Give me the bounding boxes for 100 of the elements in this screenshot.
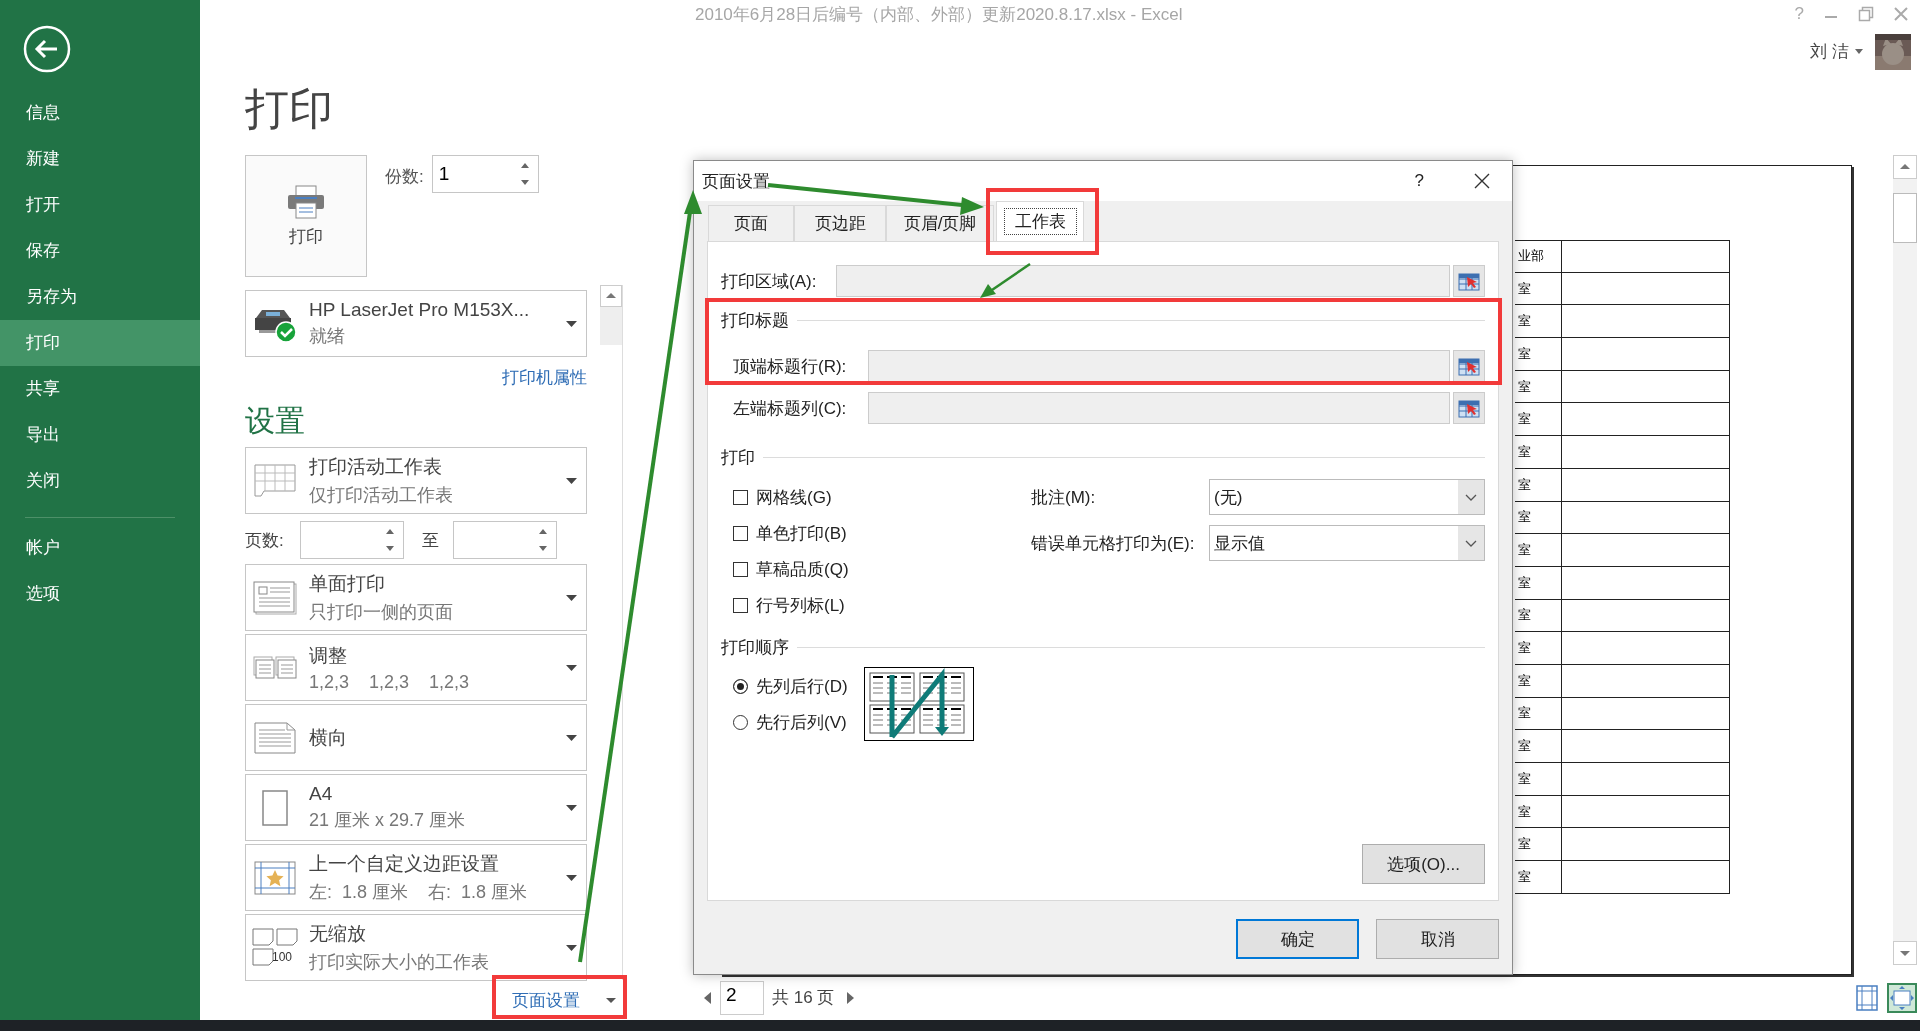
radio-button[interactable] <box>733 678 748 694</box>
dropdown-field[interactable]: 显示值 <box>1209 525 1485 561</box>
option-subtitle: 仅打印活动工作表 <box>309 484 454 507</box>
ok-button[interactable]: 确定 <box>1236 919 1359 959</box>
sidebar-item[interactable]: 打印 <box>0 320 200 366</box>
pages-to-label: 至 <box>422 529 439 552</box>
settings-dropdown[interactable]: 单面打印 只打印一侧的页面 <box>245 564 587 631</box>
checkbox-label[interactable]: 网格线(G) <box>756 485 832 509</box>
sidebar-item[interactable]: 信息 <box>0 90 200 136</box>
checkbox[interactable] <box>733 597 748 613</box>
table-cell-text: 室 <box>1517 835 1532 854</box>
checkbox-label[interactable]: 行号列标(L) <box>756 593 845 617</box>
printer-properties-link[interactable]: 打印机属性 <box>502 365 587 389</box>
sidebar-item[interactable]: 帐户 <box>0 525 200 571</box>
sidebar-item[interactable]: 保存 <box>0 228 200 274</box>
zoom-to-page-icon[interactable] <box>1887 982 1917 1013</box>
settings-dropdown[interactable]: 调整 1,2,3 1,2,3 1,2,3 <box>245 634 587 701</box>
page-number-field[interactable]: 2 <box>720 980 764 1015</box>
caret-icon[interactable] <box>1855 49 1863 54</box>
scroll-down-icon[interactable] <box>1893 941 1917 965</box>
radio-button[interactable] <box>733 714 748 730</box>
previous-page-icon[interactable] <box>702 990 712 1005</box>
sidebar-item[interactable]: 新建 <box>0 136 200 182</box>
settings-dropdown[interactable]: 打印活动工作表 仅打印活动工作表 <box>245 447 587 514</box>
tab[interactable]: 页眉/页脚 <box>886 205 994 241</box>
sidebar-item[interactable]: 关闭 <box>0 458 200 504</box>
range-select-button[interactable] <box>1453 265 1485 297</box>
option-subtitle: 1,2,3 1,2,3 1,2,3 <box>309 671 471 693</box>
margins-star-icon <box>254 860 296 895</box>
tab[interactable]: 页边距 <box>794 205 886 241</box>
caret-icon <box>566 594 577 601</box>
annotation-arrow <box>980 262 1031 298</box>
pages-icon <box>252 927 298 966</box>
sidebar-item[interactable]: 选项 <box>0 571 200 617</box>
table-cell-text: 室 <box>1517 541 1532 560</box>
table-cell-text: 室 <box>1517 802 1532 821</box>
sidebar-item[interactable]: 共享 <box>0 366 200 412</box>
page-setup-link[interactable]: 页面设置 <box>512 988 580 1012</box>
settings-dropdown[interactable]: A4 21 厘米 x 29.7 厘米 <box>245 774 587 841</box>
settings-heading: 设置 <box>245 403 306 439</box>
scroll-thumb[interactable] <box>1893 193 1917 243</box>
scroll-up-icon[interactable] <box>600 285 622 307</box>
checkbox[interactable] <box>733 561 748 577</box>
range-field[interactable] <box>868 350 1450 382</box>
scrollbar[interactable] <box>600 285 623 980</box>
range-field[interactable] <box>868 392 1450 424</box>
sidebar-item[interactable]: 导出 <box>0 412 200 458</box>
pages-label: 页数: <box>245 529 285 552</box>
window-title: 2010年6月28日后编号（内部、外部）更新2020.8.17.xlsx - Excel <box>695 3 1183 26</box>
scrollbar[interactable] <box>1893 155 1917 965</box>
range-select-button[interactable] <box>1453 392 1485 424</box>
checkbox[interactable] <box>733 489 748 505</box>
dropdown-field[interactable]: (无) <box>1209 479 1485 515</box>
collated-pages-icon <box>253 655 297 680</box>
document-icon <box>253 580 297 615</box>
range-select-button[interactable] <box>1453 350 1485 382</box>
printer-icon <box>287 184 325 219</box>
sidebar-item[interactable]: 打开 <box>0 182 200 228</box>
group-heading: 打印顺序 <box>721 636 789 659</box>
page-from-field[interactable] <box>300 521 404 559</box>
user-name[interactable]: 刘 洁 <box>1810 40 1849 63</box>
scroll-up-icon[interactable] <box>1893 155 1917 179</box>
field-label: 批注(M): <box>1031 486 1097 509</box>
radio-label[interactable]: 先行后列(V) <box>756 710 847 734</box>
option-subtitle: 只打印一侧的页面 <box>309 601 454 624</box>
checkbox[interactable] <box>733 525 748 541</box>
tab[interactable]: 工作表 <box>996 201 1084 241</box>
settings-dropdown[interactable]: 100 无缩放 打印实际大小的工作表 <box>245 914 587 981</box>
help-button[interactable]: ? <box>1414 171 1424 191</box>
margins-view-icon[interactable] <box>1855 984 1879 1011</box>
print-button[interactable]: 打印 <box>245 155 367 277</box>
cancel-button[interactable]: 取消 <box>1376 919 1499 959</box>
restore-icon[interactable] <box>1858 6 1874 22</box>
printer-name: HP LaserJet Pro M153X... <box>309 299 531 321</box>
scroll-thumb[interactable] <box>600 307 622 345</box>
checkbox-label[interactable]: 草稿品质(Q) <box>756 557 849 581</box>
caret-icon <box>566 734 577 741</box>
copies-field[interactable]: 1 <box>431 155 539 193</box>
table-cell-text: 室 <box>1517 867 1532 886</box>
table-cell-text: 室 <box>1517 704 1532 723</box>
option-title: 调整 <box>309 643 348 668</box>
close-icon[interactable] <box>1474 173 1490 189</box>
landscape-page-icon <box>254 721 296 754</box>
radio-label[interactable]: 先列后行(D) <box>756 674 848 698</box>
range-field[interactable] <box>836 265 1450 297</box>
settings-dropdown[interactable]: 横向 <box>245 704 587 771</box>
tab[interactable]: 页面 <box>708 205 794 241</box>
sidebar-item[interactable]: 另存为 <box>0 274 200 320</box>
back-icon[interactable] <box>23 25 71 73</box>
settings-dropdown[interactable]: 上一个自定义边距设置 左: 1.8 厘米 右: 1.8 厘米 <box>245 844 587 911</box>
checkbox-label[interactable]: 单色打印(B) <box>756 521 847 545</box>
caret-icon <box>566 477 577 484</box>
group-heading: 打印标题 <box>721 309 789 332</box>
options-button[interactable]: 选项(O)... <box>1362 844 1485 884</box>
option-title: 单面打印 <box>309 572 386 596</box>
page-to-field[interactable] <box>453 521 557 559</box>
printer-dropdown[interactable]: HP LaserJet Pro M153X... 就绪 <box>245 290 587 357</box>
copies-label: 份数: <box>385 166 424 188</box>
printer-status: 就绪 <box>309 325 346 348</box>
group-heading: 打印 <box>721 446 755 469</box>
